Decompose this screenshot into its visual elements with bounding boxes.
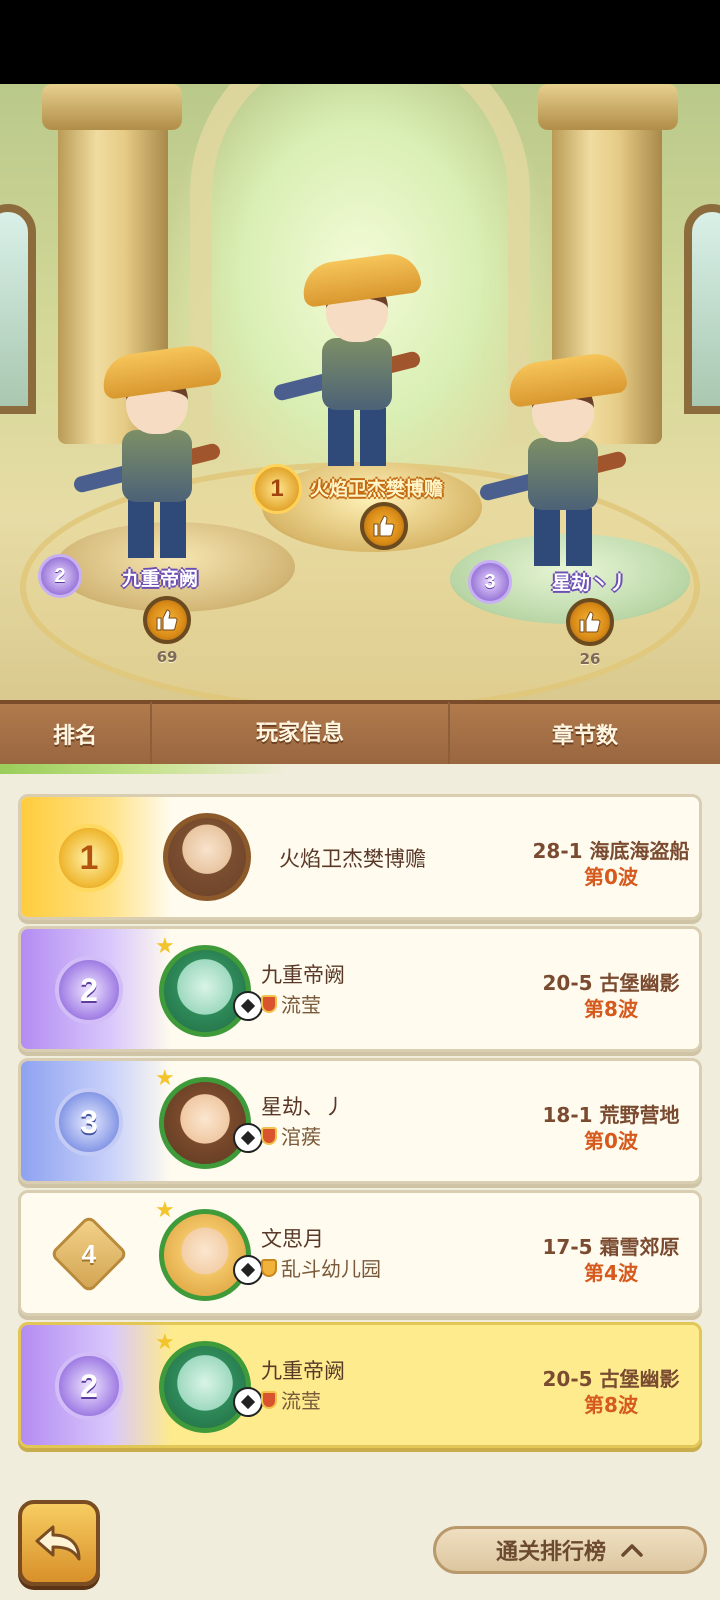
pillar-capital [538,84,678,130]
soccer-ball-icon [233,991,263,1021]
podium-name-third: 星劫丶丿 [552,572,629,594]
straw-hat [99,341,223,401]
status-bar [0,0,720,84]
like-count-third: 26 [579,650,601,668]
table-row[interactable]: 4 ★ 文思月 乱斗幼儿园 17-5 霜雪郊原 第4波 [18,1190,702,1316]
player-name: 火焰卫杰樊博赡 [279,847,426,871]
rank-medal-third: 3 [468,560,512,604]
wave-progress: 第0波 [584,1129,638,1153]
table-row[interactable]: 3 ★ 星劫、丿 涫蒺 18-1 荒野营地 第0波 [18,1058,702,1184]
player-name: 九重帝阙 [261,963,345,987]
rank-medal-purple: 2 [43,1343,135,1429]
like-button-second[interactable] [143,596,191,644]
like-count-second: 69 [156,648,178,666]
header-rank: 排名 [52,724,97,749]
player-name: 文思月 [261,1227,324,1251]
chapter-progress: 20-5 古堡幽影 [542,1367,680,1391]
hero-third-place[interactable] [478,349,629,572]
wave-progress: 第0波 [584,865,638,889]
wave-progress: 第8波 [584,1393,638,1417]
leaderboard-type-toggle[interactable]: 通关排行榜 [433,1526,707,1574]
player-name: 星劫、丿 [261,1095,345,1119]
header-chapter: 章节数 [551,724,618,749]
guild-label: 涫蒺 [261,1121,321,1150]
guild-badge-icon [261,1390,277,1409]
back-arrow-icon [35,1525,81,1561]
rank-medal-second: 2 [38,554,82,598]
chapter-progress: 18-1 荒野营地 [542,1103,680,1127]
avatar[interactable] [159,1077,251,1169]
chapter-progress: 28-1 海底海盗船 [532,839,690,863]
guild-label: 乱斗幼儿园 [261,1253,381,1282]
thumbs-up-icon [156,609,178,631]
soccer-ball-icon [233,1255,263,1285]
hero-first-place[interactable] [272,249,423,472]
podium-name-second: 九重帝阙 [122,568,199,590]
avatar[interactable] [159,945,251,1037]
straw-hat [299,249,423,309]
leaderboard-header: 排名 玩家信息 章节数 [0,700,720,766]
header-player-info: 玩家信息 [150,702,450,766]
chapter-progress: 17-5 霜雪郊原 [542,1235,680,1259]
thumbs-up-icon [579,611,601,633]
chevron-up-icon [621,1544,643,1557]
thumbs-up-icon [373,515,395,537]
rank-medal-blue: 3 [43,1079,135,1165]
table-row[interactable]: 1 火焰卫杰樊博赡 28-1 海底海盗船 第0波 [18,794,702,920]
player-name: 九重帝阙 [261,1359,345,1383]
wave-progress: 第4波 [584,1261,638,1285]
podium-name-first: 火焰卫杰樊博赡 [310,478,444,500]
pillar-capital [42,84,182,130]
podium-scene: 1 火焰卫杰樊博赡 2 九重帝阙 69 3 星劫丶丿 26 [0,84,720,702]
avatar[interactable] [159,1341,251,1433]
avatar[interactable] [159,1209,251,1301]
like-button-third[interactable] [566,598,614,646]
soccer-ball-icon [233,1387,263,1417]
like-button-first[interactable] [360,502,408,550]
table-row[interactable]: 2 ★ 九重帝阙 流莹 20-5 古堡幽影 第8波 [18,926,702,1052]
background-window [0,204,36,414]
back-button[interactable] [18,1500,100,1586]
background-window [684,204,720,414]
rank-medal-gold: 1 [43,815,135,901]
chapter-progress: 20-5 古堡幽影 [542,971,680,995]
leaderboard-list[interactable]: 1 火焰卫杰樊博赡 28-1 海底海盗船 第0波 2 ★ 九重帝阙 流莹 20-… [0,764,720,1600]
guild-badge-icon [261,1258,277,1277]
rank-medal-first: 1 [252,464,302,514]
rank-medal-purple: 2 [43,947,135,1033]
leaf-decoration [0,764,720,774]
avatar[interactable] [163,813,251,901]
straw-hat [505,349,629,409]
wave-progress: 第8波 [584,997,638,1021]
guild-label: 流莹 [261,1385,321,1414]
guild-badge-icon [261,994,277,1013]
soccer-ball-icon [233,1123,263,1153]
guild-label: 流莹 [261,989,321,1018]
hero-second-place[interactable] [72,341,223,564]
guild-badge-icon [261,1126,277,1145]
my-rank-row[interactable]: 2 ★ 九重帝阙 流莹 20-5 古堡幽影 第8波 [18,1322,702,1448]
leaderboard-type-label: 通关排行榜 [495,1540,606,1565]
rank-badge-diamond: 4 [43,1211,135,1297]
